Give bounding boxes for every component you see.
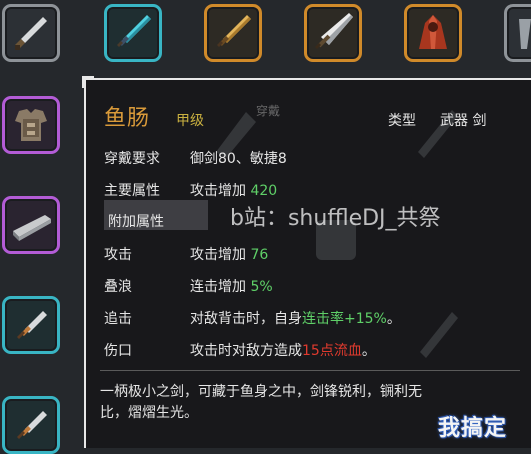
iron-ingot-icon: [13, 215, 51, 241]
teal-sword-icon: [117, 15, 151, 47]
inventory-slot-broad-sword[interactable]: [304, 4, 362, 62]
stat-value-wound: 攻击时对敌方造成15点流血。: [190, 343, 376, 359]
stat-value-main: 攻击增加 420: [190, 183, 278, 199]
chest-armor-icon: [15, 109, 47, 141]
video-watermark: b站：shuffleDJ_共祭: [230, 206, 441, 231]
inventory-slot-red-cloak[interactable]: [404, 4, 462, 62]
stat-highlight-main: 420: [250, 183, 278, 199]
tooltip-divider: [100, 370, 520, 371]
stat-highlight-pursuit: 连击率+15%: [302, 311, 387, 327]
broad-sword-icon: [315, 13, 353, 49]
inventory-slot-fish-intestine-sword[interactable]: [2, 296, 60, 354]
golden-sword-icon: [217, 15, 251, 47]
item-name: 鱼肠: [104, 106, 151, 131]
red-cloak-icon: [419, 15, 447, 49]
tooltip-corner: [82, 76, 94, 88]
item-grade: 甲级: [176, 113, 204, 129]
inventory-slot-golden-sword[interactable]: [204, 4, 262, 62]
stat-label-attack: 攻击: [104, 247, 132, 263]
item-tooltip: 鱼肠 甲级 穿戴 类型 武器 剑 穿戴要求 御剑80、敏捷8 主要属性 攻击增加…: [82, 76, 531, 448]
stat-label-pursuit: 追击: [104, 311, 132, 327]
ghost-label: 穿戴: [256, 104, 281, 118]
item-description: 一柄极小之剑，可藏于鱼身之中，剑锋锐利，锎利无比，熠熠生光。: [100, 384, 422, 421]
stat-label-requirement: 穿戴要求: [104, 151, 160, 167]
stat-label-extra: 附加属性: [108, 214, 164, 230]
inventory-slot-iron-ingot[interactable]: [2, 196, 60, 254]
item-type-label: 类型: [388, 113, 416, 129]
stat-value-wave: 连击增加 5%: [190, 279, 273, 295]
stat-value-requirement: 御剑80、敏捷8: [190, 151, 287, 167]
short-sword-icon: [17, 411, 47, 439]
inventory-slot-teal-sword[interactable]: [104, 4, 162, 62]
stat-label-wave: 叠浪: [104, 279, 132, 295]
inventory-slot-dagger[interactable]: [2, 4, 60, 62]
dagger-icon: [15, 17, 47, 50]
stat-highlight-wave: 5%: [250, 279, 273, 295]
stat-label-main: 主要属性: [104, 183, 160, 199]
inventory-slot-chest-armor[interactable]: [2, 96, 60, 154]
stat-highlight-wound: 15点流血: [302, 343, 362, 359]
stat-value-pursuit: 对敌背击时，自身连击率+15%。: [190, 311, 401, 327]
stat-label-wound: 伤口: [104, 343, 132, 359]
stat-value-attack: 攻击增加 76: [190, 247, 269, 263]
inventory-slot-short-sword[interactable]: [2, 396, 60, 454]
ghost-blade-icon: [420, 312, 458, 358]
inventory-slot-partial[interactable]: [504, 4, 531, 62]
site-logo: 我搞定: [438, 416, 508, 441]
item-type-value: 武器 剑: [440, 113, 487, 129]
partial-item-icon: [519, 19, 531, 49]
fish-intestine-sword-icon: [17, 311, 47, 339]
stat-highlight-attack: 76: [250, 247, 269, 263]
